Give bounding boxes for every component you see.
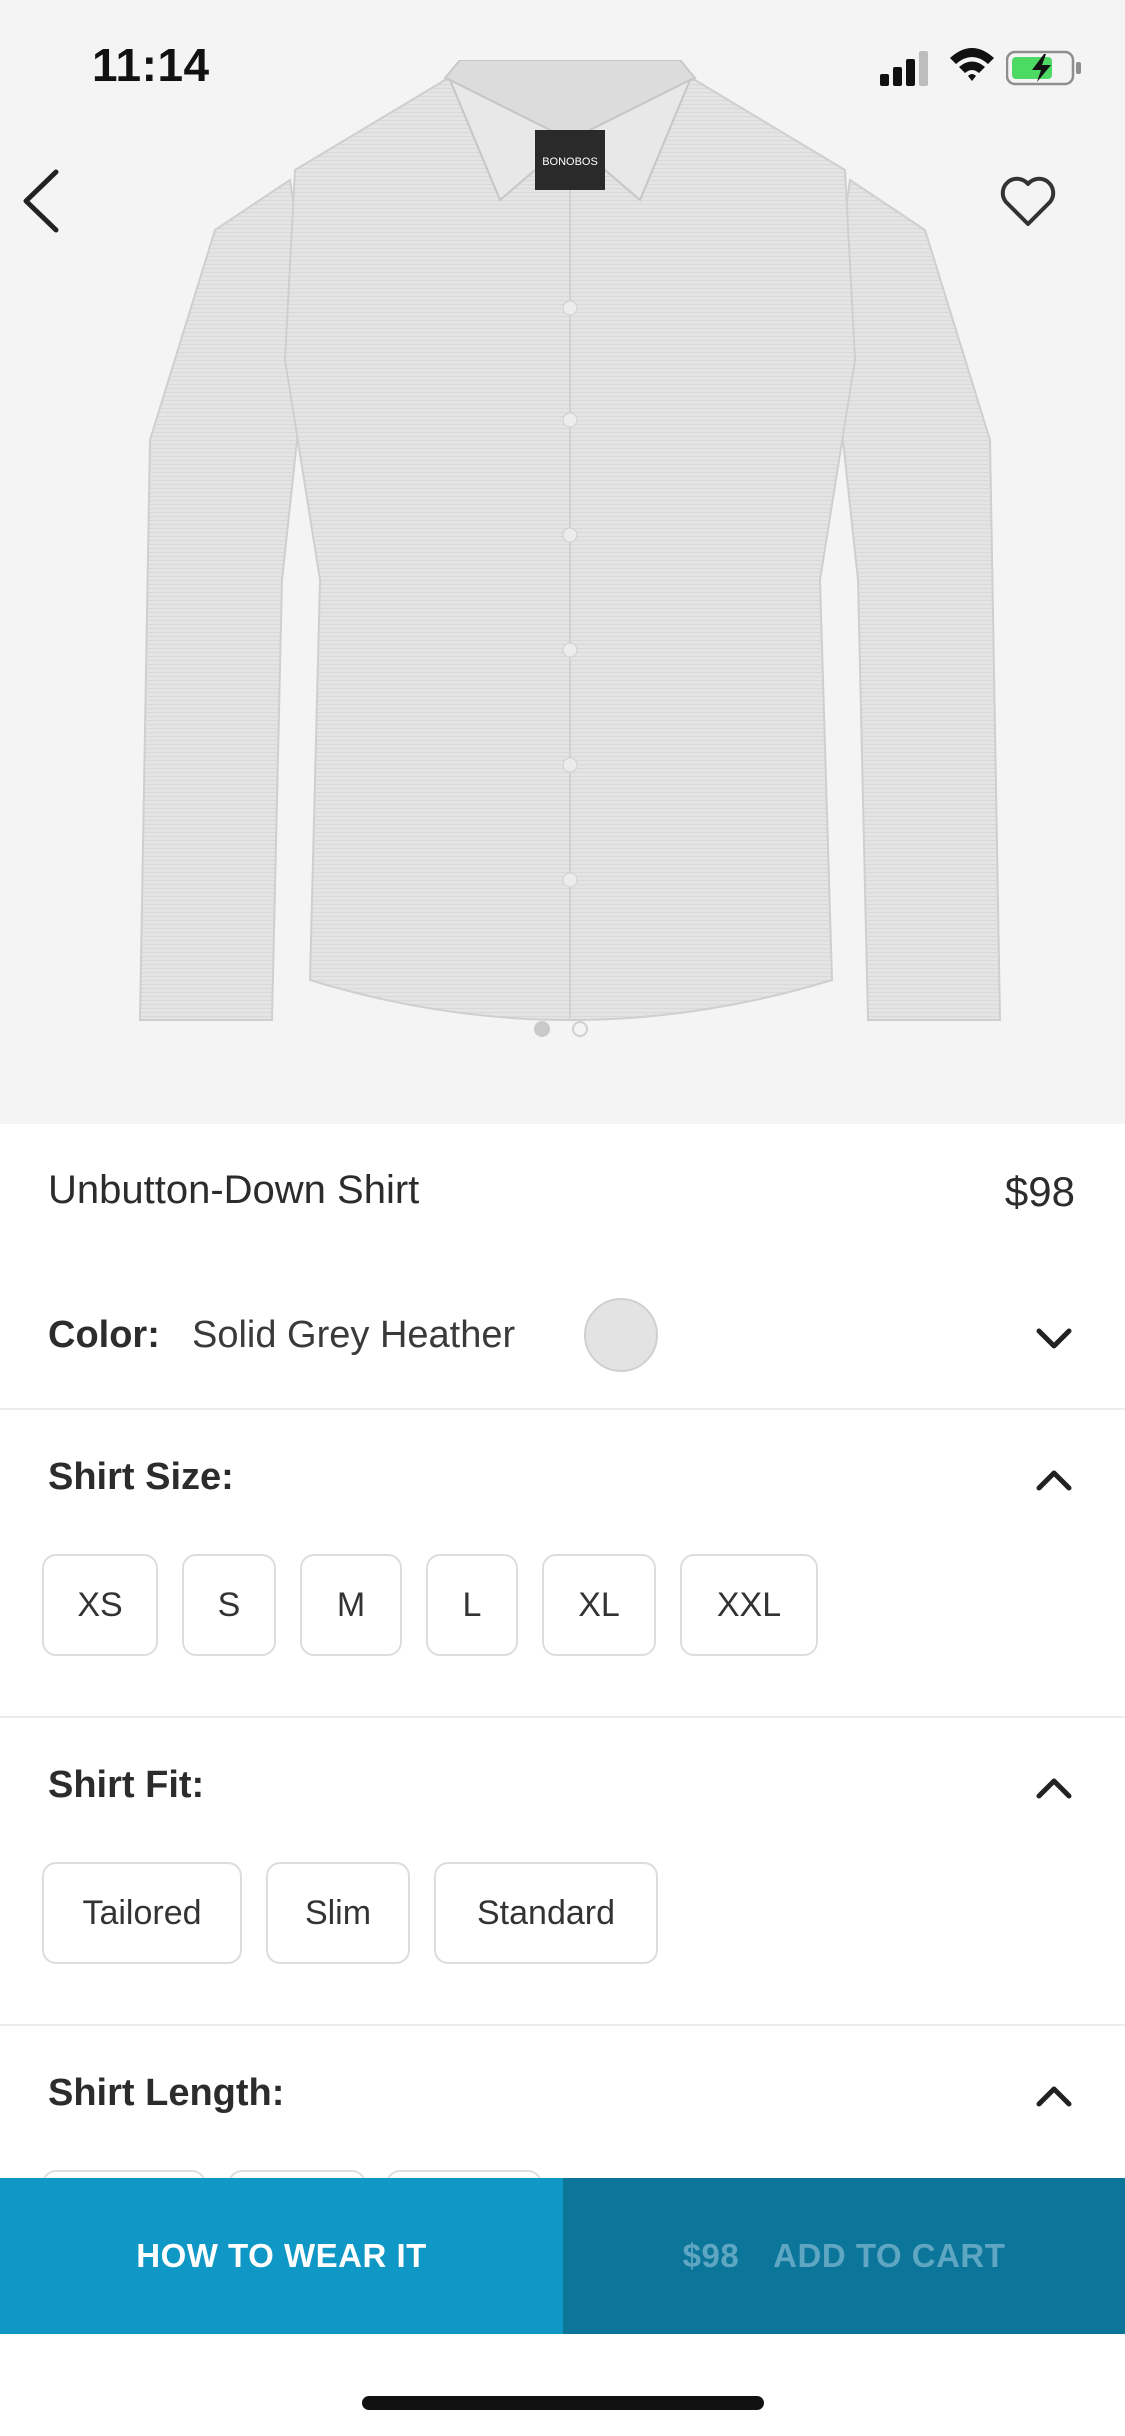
- chevron-down-icon[interactable]: [1035, 1327, 1073, 1351]
- chevron-up-icon[interactable]: [1035, 1468, 1073, 1492]
- color-value: Solid Grey Heather: [192, 1314, 516, 1356]
- carousel-dot[interactable]: [572, 1021, 588, 1037]
- size-option-l[interactable]: L: [426, 1554, 518, 1656]
- color-selector[interactable]: Color: Solid Grey Heather: [0, 1270, 1125, 1410]
- wifi-icon: [950, 48, 994, 81]
- cart-price: $98: [682, 2237, 740, 2274]
- status-time: 11:14: [92, 39, 210, 91]
- shirt-fit-title: Shirt Fit:: [48, 1764, 205, 1806]
- status-bar: 11:14: [0, 0, 1125, 132]
- chevron-up-icon[interactable]: [1035, 1776, 1073, 1800]
- fit-options: Tailored Slim Standard: [42, 1862, 658, 1964]
- chevron-up-icon[interactable]: [1035, 2084, 1073, 2108]
- size-option-xl[interactable]: XL: [542, 1554, 656, 1656]
- carousel-dot-active[interactable]: [534, 1021, 550, 1037]
- shirt-image: BONOBOS: [138, 60, 1002, 1021]
- add-to-cart-label: ADD TO CART: [773, 2237, 1006, 2274]
- shirt-size-title: Shirt Size:: [48, 1456, 234, 1498]
- fit-option-standard[interactable]: Standard: [434, 1862, 658, 1964]
- add-to-cart-button[interactable]: $98 ADD TO CART: [563, 2178, 1125, 2334]
- bottom-action-bar: HOW TO WEAR IT $98 ADD TO CART: [0, 2178, 1125, 2334]
- cellular-signal-icon: [880, 51, 928, 86]
- size-option-xs[interactable]: XS: [42, 1554, 158, 1656]
- product-price: $98: [1004, 1168, 1075, 1215]
- size-options: XS S M L XL XXL: [42, 1554, 818, 1656]
- battery-charging-icon: [1006, 50, 1081, 86]
- shirt-fit-section: Shirt Fit: Tailored Slim Standard: [0, 1716, 1125, 2026]
- size-option-m[interactable]: M: [300, 1554, 402, 1656]
- color-swatch[interactable]: [584, 1298, 658, 1372]
- back-arrow-icon[interactable]: [18, 166, 68, 236]
- color-label: Color:: [48, 1314, 160, 1356]
- home-indicator[interactable]: [362, 2396, 764, 2410]
- carousel-indicator[interactable]: [530, 1018, 600, 1040]
- product-name: Unbutton-Down Shirt: [48, 1168, 420, 1212]
- shirt-size-section: Shirt Size: XS S M L XL XXL: [0, 1408, 1125, 1718]
- product-title-row: Unbutton-Down Shirt $98: [0, 1124, 1125, 1270]
- size-option-xxl[interactable]: XXL: [680, 1554, 818, 1656]
- shirt-length-title: Shirt Length:: [48, 2072, 285, 2114]
- brand-label: BONOBOS: [542, 156, 598, 168]
- shirt-length-section: Shirt Length:: [0, 2024, 1125, 2184]
- fit-option-slim[interactable]: Slim: [266, 1862, 410, 1964]
- favorite-heart-icon[interactable]: [998, 174, 1058, 228]
- size-option-s[interactable]: S: [182, 1554, 276, 1656]
- fit-option-tailored[interactable]: Tailored: [42, 1862, 242, 1964]
- product-image-area[interactable]: BONOBOS 11:14: [0, 0, 1125, 1124]
- how-to-wear-button[interactable]: HOW TO WEAR IT: [0, 2178, 563, 2334]
